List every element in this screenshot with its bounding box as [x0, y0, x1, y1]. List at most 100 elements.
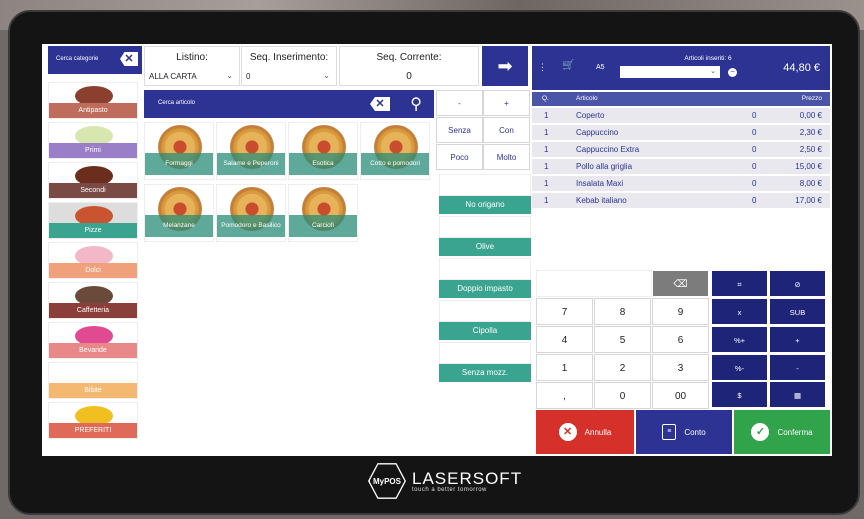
keypad-key[interactable]: 4 [536, 326, 593, 353]
order-row[interactable]: 1 Kebab italiano 0 17,00 € [532, 193, 830, 209]
barcode-scan-icon[interactable]: ⌗ [711, 270, 768, 297]
calculator-icon[interactable]: ▦ [769, 381, 826, 408]
article-search[interactable]: Cerca articolo ✕ ⚲ [144, 90, 434, 118]
category-label: Pizze [49, 223, 137, 238]
category-label: Bibite [49, 383, 137, 398]
keypad-key[interactable]: 0 [594, 382, 651, 409]
menu-icon[interactable]: ⋮ [538, 62, 547, 73]
row-article: Pollo alla griglia [576, 162, 633, 171]
order-row[interactable]: 1 Cappuccino Extra 0 2,50 € [532, 142, 830, 158]
article-item[interactable]: Cotto e pomodori [360, 122, 430, 180]
keypad-key[interactable]: 6 [652, 326, 709, 353]
order-row[interactable]: 1 Coperto 0 0,00 € [532, 108, 830, 124]
minus-button[interactable]: - [436, 90, 483, 116]
category-caffetteria[interactable]: Caffetteria [48, 282, 138, 319]
category-antipasto[interactable]: Antipasto [48, 82, 138, 119]
keypad-key[interactable]: 5 [594, 326, 651, 353]
keypad-key[interactable]: , [536, 382, 593, 409]
senza-button[interactable]: Senza [436, 117, 483, 143]
keypad-display [536, 270, 652, 297]
conto-label: Conto [684, 427, 706, 437]
category-search-placeholder: Cerca categorie [56, 56, 99, 62]
row-price: 2,50 € [799, 145, 822, 154]
keypad-key[interactable]: 1 [536, 354, 593, 381]
mypos-badge-text: MyPOS [369, 464, 405, 498]
coin-icon[interactable]: $ [711, 381, 768, 408]
article-item[interactable]: Melanzane [144, 184, 214, 242]
clear-icon[interactable]: ✕ [120, 52, 138, 66]
variant-button[interactable]: Doppio impasto [439, 280, 531, 298]
order-select[interactable]: ⌄ [620, 66, 720, 78]
keypad-key[interactable]: 9 [652, 298, 709, 325]
variant-button[interactable]: No origano [439, 196, 531, 214]
annulla-label: Annulla [584, 427, 612, 437]
article-label: Melanzane [145, 215, 213, 237]
row-modifier: 0 [752, 128, 757, 137]
seq-inserimento-select[interactable]: Seq. Inserimento: 0 ⌄ [241, 46, 337, 86]
row-article: Cappuccino Extra [576, 145, 640, 154]
seq-inserimento-title: Seq. Inserimento: [249, 52, 329, 63]
conto-button[interactable]: ≡ Conto [636, 410, 732, 454]
keypad-key[interactable]: 00 [652, 382, 709, 409]
category-label: Antipasto [49, 103, 137, 118]
operator-key[interactable]: x [711, 298, 768, 325]
poco-button[interactable]: Poco [436, 144, 483, 170]
category-pizze[interactable]: Pizze [48, 202, 138, 239]
col-qty: Q. [542, 95, 549, 102]
mypos-badge: MyPOS [368, 463, 406, 499]
row-price: 17,00 € [795, 196, 822, 205]
col-article: Articolo [576, 95, 598, 102]
row-price: 2,30 € [799, 128, 822, 137]
variant-button[interactable]: Senza mozz. [439, 364, 531, 382]
article-item[interactable]: Salame e Peperoni [216, 122, 286, 180]
article-label: Cotto e pomodori [361, 153, 429, 175]
article-item[interactable]: Carciofi [288, 184, 358, 242]
keypad-key[interactable]: 3 [652, 354, 709, 381]
category-panel: Cerca categorie ✕ Antipasto Primi Secondi P… [42, 44, 142, 456]
operator-key[interactable]: %+ [711, 326, 768, 353]
order-row[interactable]: 1 Cappuccino 0 2,30 € [532, 125, 830, 141]
molto-button[interactable]: Molto [483, 144, 530, 170]
order-row[interactable]: 1 Insalata Maxi 0 8,00 € [532, 176, 830, 192]
minus-circle-icon[interactable]: − [728, 68, 737, 77]
seq-inserimento-value: 0 [246, 72, 251, 81]
keypad-key[interactable]: 8 [594, 298, 651, 325]
category-dolci[interactable]: Dolci [48, 242, 138, 279]
article-item[interactable]: Pomodoro e Basilico [216, 184, 286, 242]
category-bibite[interactable]: Bibite [48, 362, 138, 399]
variant-button[interactable]: Olive [439, 238, 531, 256]
arrow-right-icon[interactable]: ➡ [482, 46, 528, 86]
variant-spacer [439, 174, 531, 196]
article-item[interactable]: Formaggi [144, 122, 214, 180]
row-qty: 1 [544, 128, 549, 137]
article-label: Carciofi [289, 215, 357, 237]
clear-icon[interactable]: ✕ [370, 97, 390, 111]
listino-select[interactable]: Listino: ALLA CARTA ⌄ [144, 46, 240, 86]
variant-button[interactable]: Cipolla [439, 322, 531, 340]
category-secondi[interactable]: Secondi [48, 162, 138, 199]
category-bevande[interactable]: Bevande [48, 322, 138, 359]
order-row[interactable]: 1 Pollo alla griglia 0 15,00 € [532, 159, 830, 175]
annulla-button[interactable]: ✕ Annulla [536, 410, 634, 454]
operator-key[interactable]: - [769, 354, 826, 381]
article-item[interactable]: Esotica [288, 122, 358, 180]
backspace-icon[interactable]: ⌫ [652, 270, 709, 297]
variant-spacer [439, 300, 531, 322]
category-primi[interactable]: Primi [48, 122, 138, 159]
conferma-button[interactable]: ✓ Conferma [734, 410, 830, 454]
no-discount-icon[interactable]: ⊘ [769, 270, 826, 297]
keypad-key[interactable]: 7 [536, 298, 593, 325]
keypad-key[interactable]: 2 [594, 354, 651, 381]
row-modifier: 0 [752, 111, 757, 120]
row-qty: 1 [544, 111, 549, 120]
search-icon[interactable]: ⚲ [410, 94, 422, 114]
category-label: Secondi [49, 183, 137, 198]
operator-key[interactable]: %- [711, 354, 768, 381]
category-preferiti[interactable]: PREFERITI [48, 402, 138, 439]
plus-button[interactable]: + [483, 90, 530, 116]
con-button[interactable]: Con [483, 117, 530, 143]
operator-key[interactable]: SUB [769, 298, 826, 325]
row-qty: 1 [544, 179, 549, 188]
category-search[interactable]: Cerca categorie ✕ [48, 46, 142, 74]
operator-key[interactable]: + [769, 326, 826, 353]
